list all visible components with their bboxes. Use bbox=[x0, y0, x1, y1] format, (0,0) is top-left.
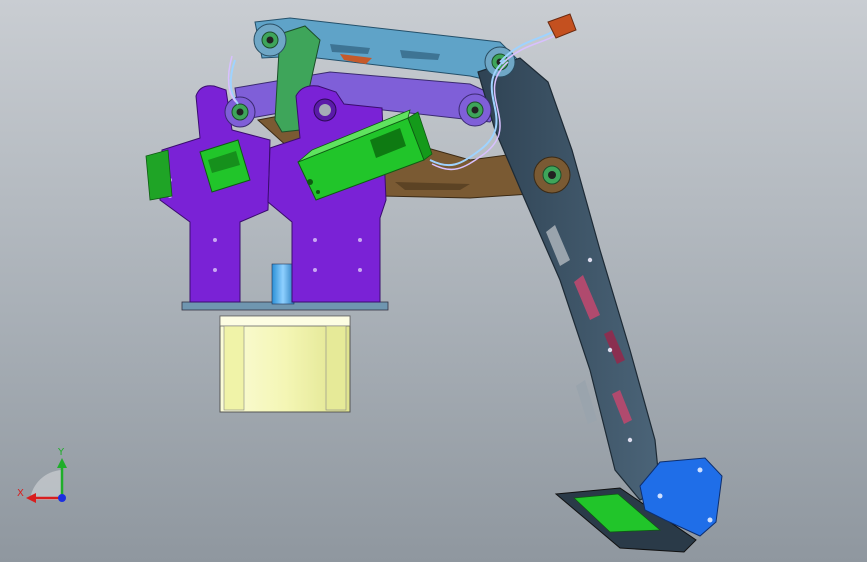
stepper-motor[interactable] bbox=[219, 315, 351, 413]
robot-arm-assembly[interactable]: X Y bbox=[0, 0, 867, 562]
axis-triad-icon: X Y bbox=[17, 447, 67, 503]
motor-shaft bbox=[271, 263, 295, 305]
cad-3d-viewport[interactable]: X Y bbox=[0, 0, 867, 562]
main-arm[interactable] bbox=[477, 57, 661, 501]
joint-elbow-brown[interactable] bbox=[533, 156, 571, 194]
y-axis-label: Y bbox=[57, 447, 65, 458]
joint-elbow-lavender[interactable] bbox=[458, 93, 492, 127]
wire-connector bbox=[547, 13, 577, 39]
x-axis-label: X bbox=[17, 488, 24, 499]
joint-left-shoulder[interactable] bbox=[224, 96, 256, 128]
z-axis-dot bbox=[58, 494, 66, 502]
joint-top-left[interactable] bbox=[253, 23, 287, 57]
